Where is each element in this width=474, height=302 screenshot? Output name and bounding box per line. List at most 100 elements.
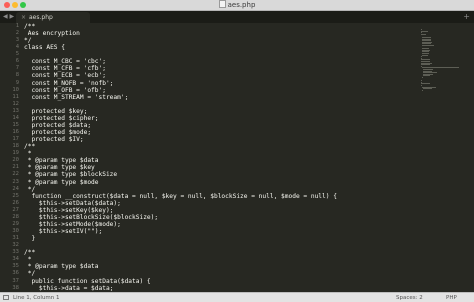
minimap[interactable]: [418, 23, 474, 292]
minimap-line: [421, 54, 429, 56]
code-line[interactable]: /**: [24, 143, 35, 150]
window-title-area: aes.php: [0, 0, 474, 10]
tab-close-icon[interactable]: ×: [21, 12, 26, 23]
code-line[interactable]: function __construct($data = null, $key …: [24, 192, 337, 200]
line-number: 14: [12, 114, 19, 121]
editor-area[interactable]: 1 2 3 4 5 6 7 8 9 10 11 12 13 14 15 16 17 18 19 20 21 22 23 24 2…: [0, 23, 474, 292]
minimap-line: [421, 64, 430, 66]
code-line[interactable]: /**: [24, 249, 35, 256]
tab-bar: ◀ ▶ × aes.php +: [0, 11, 474, 23]
line-number: 12: [12, 100, 19, 107]
tab-label: aes.php: [29, 14, 53, 21]
line-number: 24: [12, 185, 19, 192]
status-bar: Line 1, Column 1 Spaces: 2 PHP: [0, 292, 474, 302]
code-line[interactable]: $this->setData($data);: [24, 200, 121, 207]
code-token: $this->setIV("");: [24, 228, 103, 236]
code-line[interactable]: }: [24, 235, 35, 242]
code-line[interactable]: $this->setMode($mode);: [24, 221, 121, 228]
line-number: 1: [15, 23, 19, 29]
code-token: /**: [24, 23, 36, 30]
code-line[interactable]: Aes encryption: [24, 30, 80, 37]
code-token: const M_STREAM = 'stream';: [24, 93, 129, 101]
line-number: 28: [12, 213, 19, 220]
line-number: 35: [12, 263, 19, 270]
code-line[interactable]: * @param type $key: [24, 164, 95, 171]
code-token: }: [24, 235, 36, 243]
tab-scroll-arrows-icon[interactable]: ◀ ▶: [3, 11, 14, 23]
line-number: 38: [12, 284, 19, 291]
window-title: aes.php: [227, 1, 256, 9]
new-tab-icon[interactable]: +: [463, 11, 470, 23]
code-line[interactable]: *: [24, 150, 32, 158]
code-line[interactable]: protected $cipher;: [24, 114, 99, 122]
panel-toggle-icon[interactable]: [3, 295, 9, 300]
line-number: 5: [15, 51, 19, 58]
code-token: const M_CFB = 'cfb';: [24, 65, 106, 73]
code-line[interactable]: const M_ECB = 'ecb';: [24, 72, 106, 79]
code-line[interactable]: const M_CBC = 'cbc';: [24, 58, 106, 65]
code-line[interactable]: */: [24, 270, 35, 277]
code-token: const M_NOFB = 'nofb';: [24, 79, 114, 87]
title-bar: aes.php: [0, 0, 474, 11]
line-number: 7: [15, 65, 19, 72]
code-line[interactable]: public function setData($data) {: [24, 278, 150, 285]
code-token: * @param type $data: [24, 157, 99, 165]
code-token: function __construct($data = null, $key …: [24, 192, 337, 200]
code-line[interactable]: const M_CFB = 'cfb';: [24, 65, 106, 72]
line-number: 22: [12, 171, 19, 178]
line-number: 19: [12, 150, 19, 157]
line-number: 17: [12, 136, 19, 143]
line-number: 23: [12, 178, 19, 185]
line-number: 26: [12, 199, 19, 206]
minimap-line: [421, 83, 430, 85]
code-token: */: [24, 37, 32, 45]
line-number: 27: [12, 206, 19, 213]
code-token: const M_OFB = 'ofb';: [24, 86, 106, 94]
code-line[interactable]: const M_STREAM = 'stream';: [24, 94, 128, 101]
code-line[interactable]: * @param type $blockSize: [24, 171, 117, 178]
minimap-line: [421, 30, 428, 32]
line-number: 21: [12, 164, 19, 171]
code-token: const M_CBC = 'cbc';: [24, 58, 106, 66]
code-line[interactable]: const M_NOFB = 'nofb';: [24, 80, 113, 87]
code-line[interactable]: const M_OFB = 'ofb';: [24, 87, 106, 94]
syntax-setting[interactable]: PHP: [446, 293, 457, 302]
code-token: $this->data = $data;: [24, 284, 114, 292]
line-number: 31: [12, 235, 19, 242]
tab-aes-php[interactable]: × aes.php: [16, 12, 90, 23]
cursor-position: Line 1, Column 1: [13, 295, 60, 301]
code-token: $this->setBlockSize($blockSize);: [24, 213, 159, 221]
line-number: 2: [15, 30, 19, 37]
line-number: 4: [15, 44, 19, 51]
code-line[interactable]: class AES {: [24, 44, 65, 51]
code-line[interactable]: protected $key;: [24, 108, 87, 115]
code-line[interactable]: protected $data;: [24, 122, 91, 129]
code-text-area[interactable]: /** Aes encryption */class AES { const M_…: [24, 23, 414, 292]
line-number: 3: [15, 37, 19, 44]
code-line[interactable]: * @param type $data: [24, 263, 99, 270]
code-line[interactable]: $this->setIV("");: [24, 228, 102, 235]
code-token: *: [24, 150, 32, 158]
code-token: * @param type $blockSize: [24, 171, 118, 179]
line-number: 16: [12, 129, 19, 136]
code-line[interactable]: */: [24, 186, 35, 193]
code-token: */: [24, 270, 36, 278]
line-number: 37: [12, 277, 19, 284]
code-line[interactable]: protected $IV;: [24, 136, 83, 143]
line-number: 11: [12, 93, 19, 100]
code-token: * @param type $mode: [24, 178, 99, 186]
code-line[interactable]: protected $mode;: [24, 129, 91, 136]
line-number: 25: [12, 192, 19, 199]
code-line[interactable]: $this->setBlockSize($blockSize);: [24, 214, 158, 221]
indentation-setting[interactable]: Spaces: 2: [396, 293, 423, 302]
code-line[interactable]: *: [24, 256, 32, 263]
code-token: * @param type $key: [24, 164, 95, 172]
line-number: 9: [15, 79, 19, 86]
code-line[interactable]: $this->setKey($key);: [24, 207, 114, 214]
code-line[interactable]: * @param type $mode: [24, 179, 99, 186]
code-line[interactable]: */: [24, 37, 31, 44]
code-line[interactable]: /**: [24, 23, 35, 30]
code-line[interactable]: * @param type $data: [24, 157, 99, 164]
code-token: protected $cipher;: [24, 114, 99, 122]
code-line[interactable]: $this->data = $data;: [24, 284, 114, 292]
